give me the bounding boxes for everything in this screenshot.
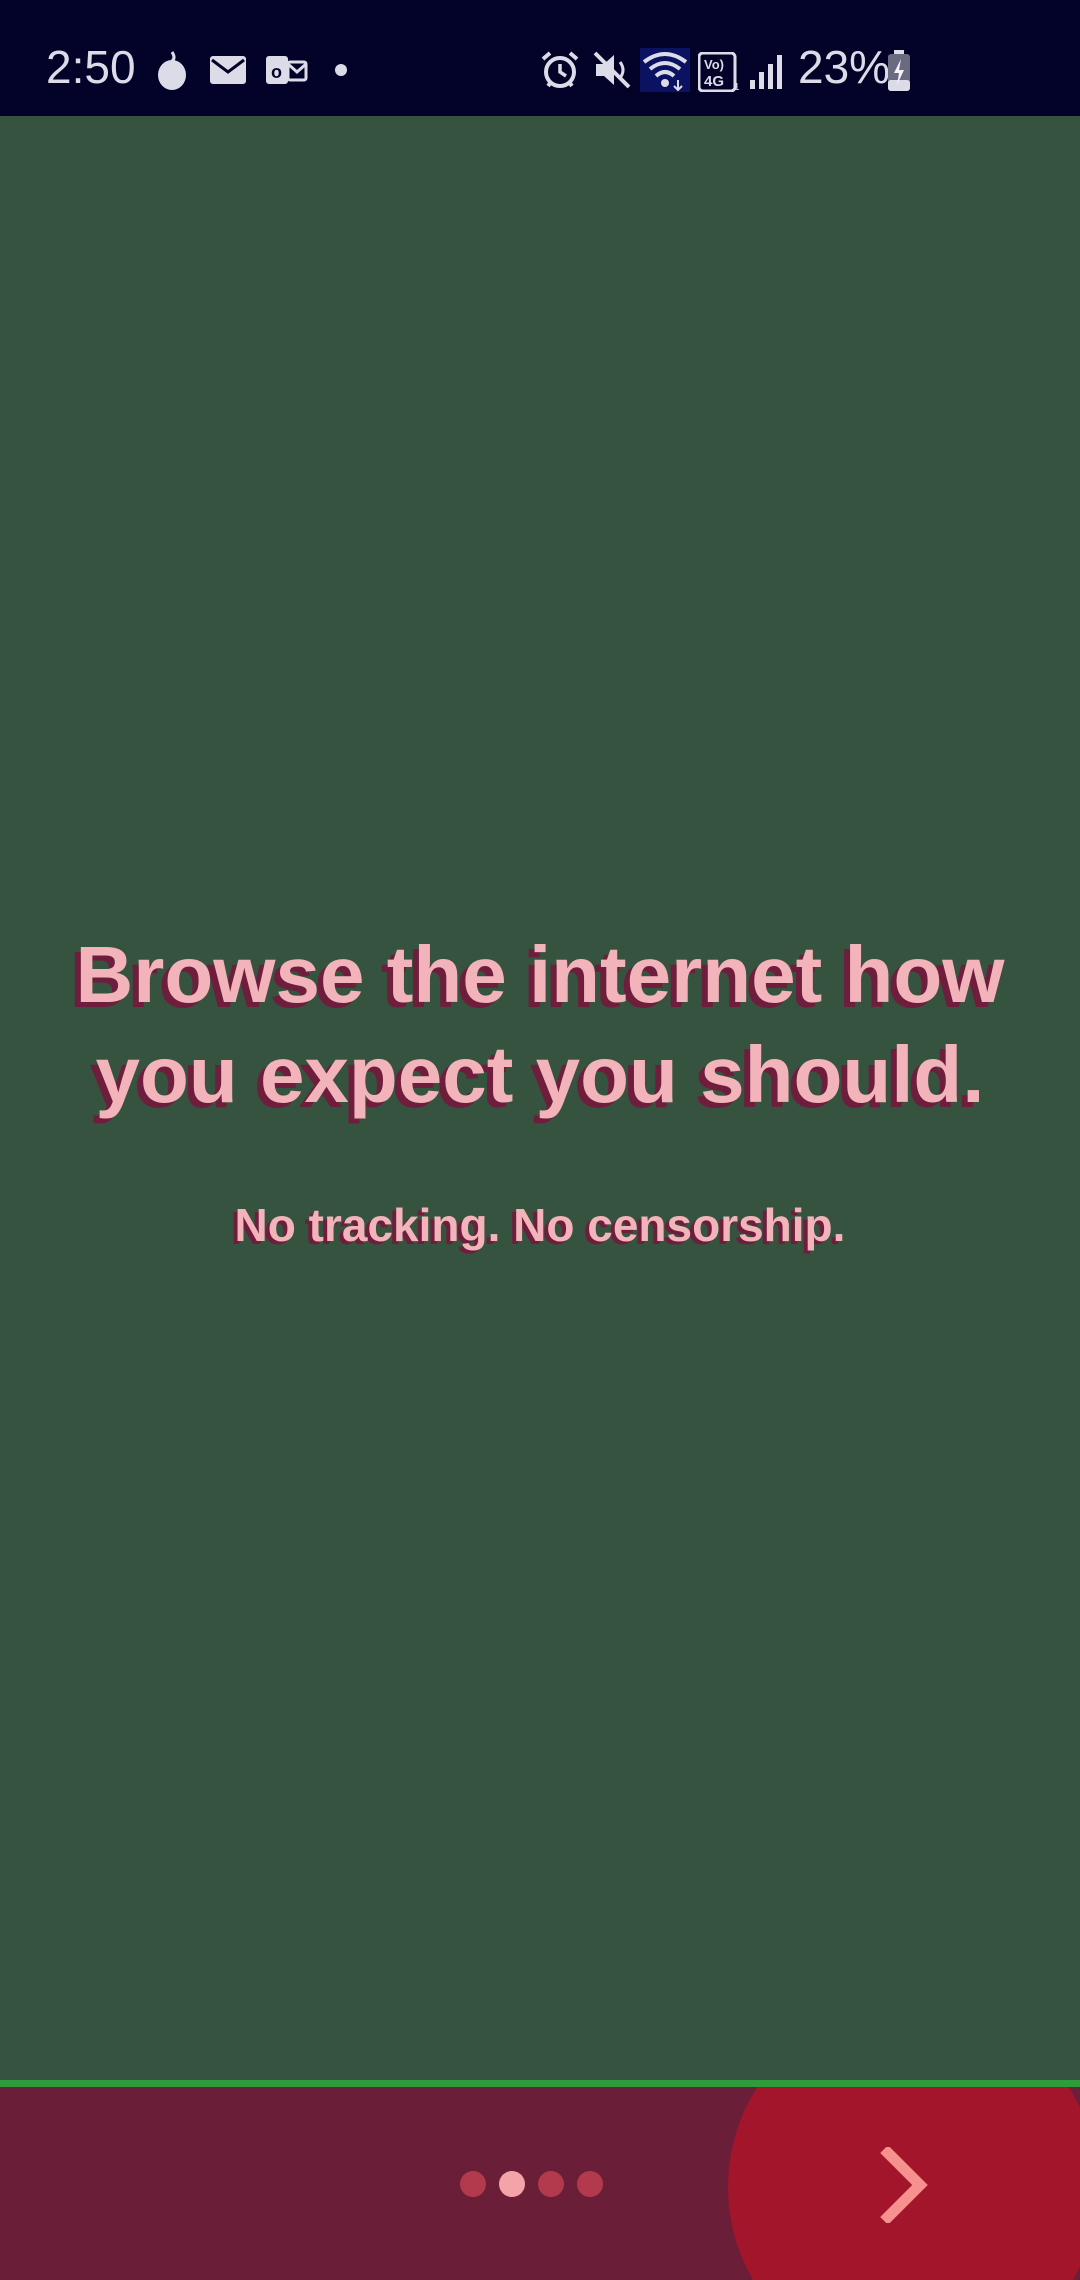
bottom-divider: [0, 2080, 1080, 2087]
volte-4g-icon: Vo) 4G 1: [698, 52, 740, 92]
page-dot-4[interactable]: [577, 2171, 603, 2197]
chevron-right-icon[interactable]: [880, 2147, 928, 2223]
svg-text:4G: 4G: [704, 73, 724, 90]
status-bar: 2:50 o Vo) 4G 1 23%: [0, 0, 1080, 116]
status-time: 2:50: [46, 41, 136, 93]
mail-icon: [210, 56, 246, 84]
headline-line-1: Browse the internet how: [75, 930, 1005, 1019]
signal-icon: [750, 55, 782, 89]
wifi-icon: [640, 48, 690, 92]
headline-line-2: you expect you should.: [95, 1030, 985, 1119]
page-dot-1[interactable]: [460, 2171, 486, 2197]
mute-icon: [593, 51, 631, 89]
dot-icon: [335, 64, 347, 76]
page-indicator: [460, 2171, 603, 2197]
alarm-icon: [541, 51, 579, 88]
battery-percent: 23%: [798, 41, 891, 93]
outlook-icon: o: [266, 56, 308, 84]
svg-text:Vo): Vo): [704, 57, 724, 72]
notification-bubble-icon: [158, 51, 186, 90]
onboarding-bottom-bar: [0, 2087, 1080, 2280]
page-dot-3[interactable]: [538, 2171, 564, 2197]
onboarding-headline: Browse the internet how you expect you s…: [60, 925, 1020, 1125]
svg-text:o: o: [271, 62, 282, 82]
battery-charging-icon: [888, 50, 910, 91]
svg-text:1: 1: [734, 82, 740, 92]
onboarding-subline: No tracking. No censorship.: [234, 1199, 846, 1251]
page-dot-2-active[interactable]: [499, 2171, 525, 2197]
